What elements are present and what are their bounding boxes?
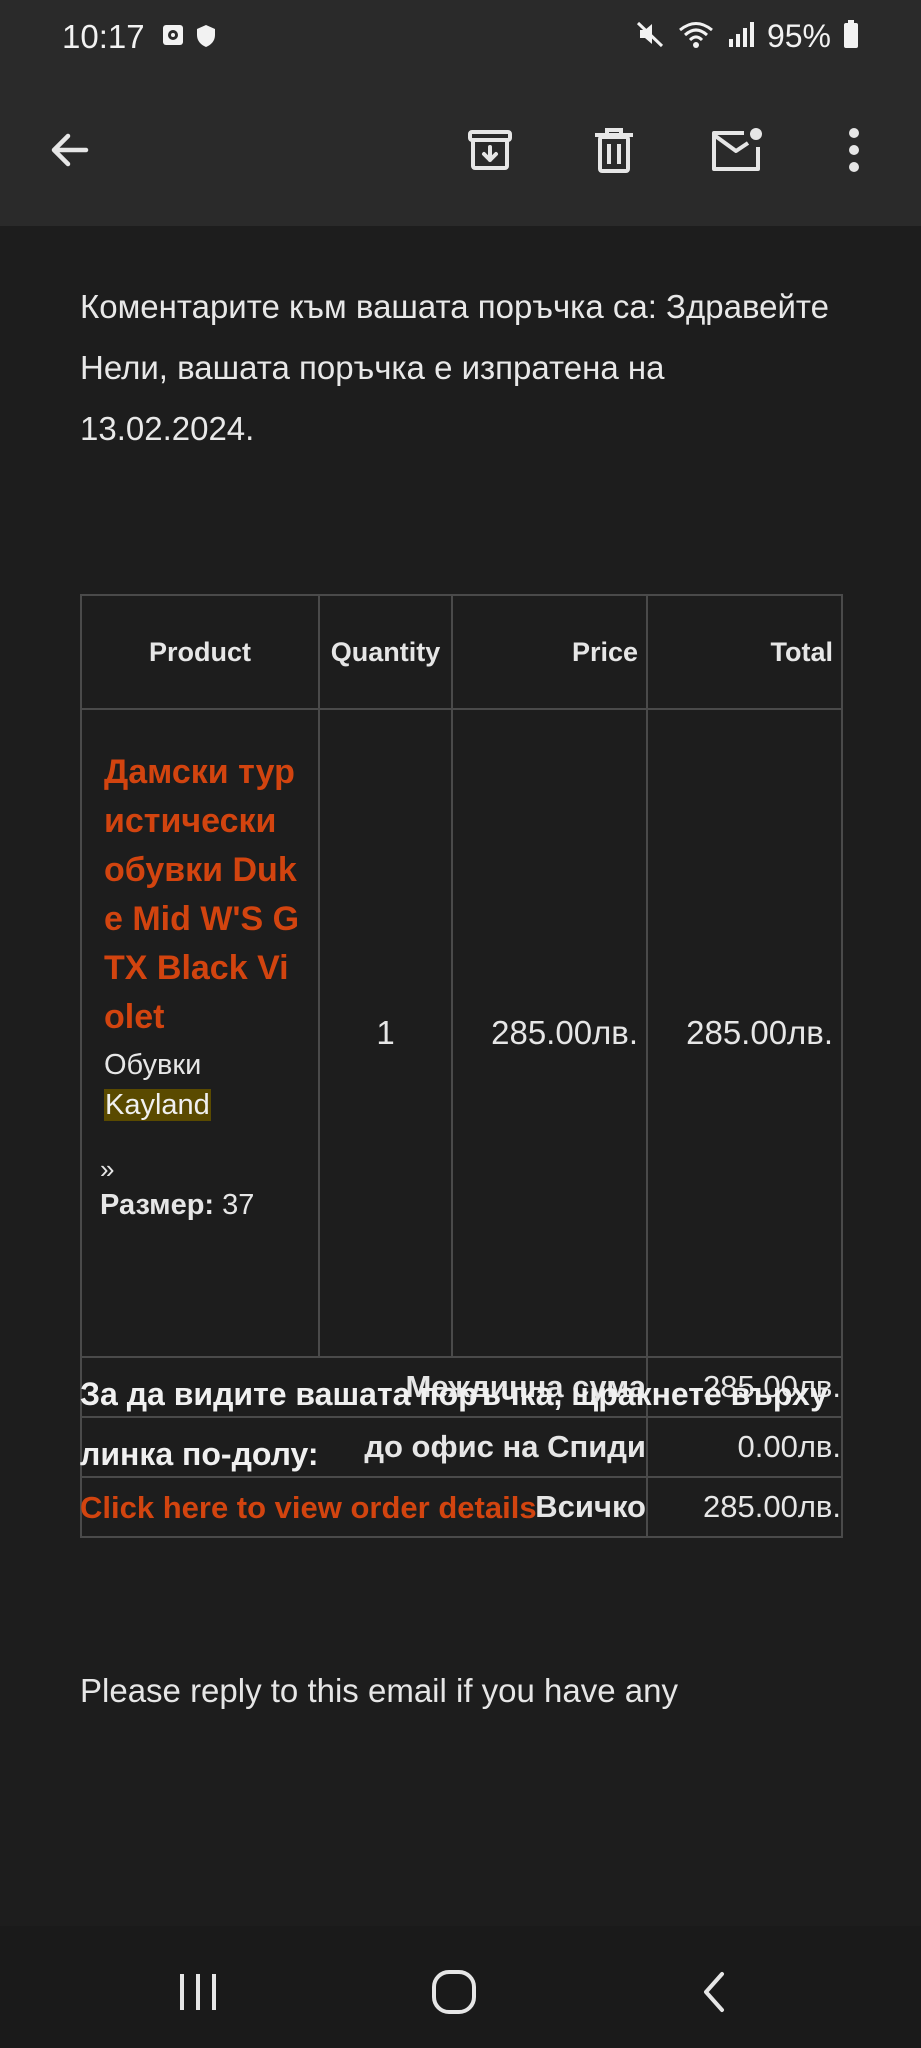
mark-unread-icon[interactable] (704, 118, 768, 182)
back-arrow-icon[interactable] (38, 118, 102, 182)
header-price: Price (451, 594, 648, 710)
product-name-link[interactable]: Дамски туристически обувки Duke Mid W'S … (104, 748, 302, 1042)
system-nav-bar (0, 1926, 921, 2048)
status-right-icons: 95% (635, 18, 859, 55)
signal-icon (727, 19, 755, 54)
more-options-icon[interactable] (822, 118, 886, 182)
media-notification-icon (162, 24, 184, 53)
home-icon[interactable] (424, 1962, 484, 2022)
wifi-icon (677, 19, 715, 54)
mute-icon (635, 19, 665, 54)
email-toolbar (0, 78, 921, 226)
variant-arrow: » (100, 1154, 115, 1184)
total-cell: 285.00лв. (646, 708, 843, 1358)
table-row: Дамски туристически обувки Duke Mid W'S … (80, 708, 843, 1358)
status-bar: 10:17 95% (0, 0, 921, 78)
back-icon[interactable] (684, 1962, 744, 2022)
delete-icon[interactable] (582, 118, 646, 182)
grand-total-value: 285.00лв. (646, 1476, 843, 1538)
battery-icon (843, 19, 859, 54)
product-size: Размер: 37 (100, 1189, 302, 1222)
product-category: Обувки (104, 1049, 202, 1081)
email-body: Коментарите към вашата поръчка са: Здрав… (0, 226, 921, 1926)
view-order-link[interactable]: Click here to view order details (80, 1490, 537, 1526)
archive-icon[interactable] (458, 118, 522, 182)
quantity-cell: 1 (318, 708, 453, 1358)
product-brand: Kayland (104, 1089, 211, 1121)
size-value: 37 (222, 1189, 255, 1221)
order-comment: Коментарите към вашата поръчка са: Здрав… (80, 288, 829, 447)
header-total: Total (646, 594, 843, 710)
size-label: Размер: (100, 1189, 215, 1221)
clock: 10:17 (62, 18, 145, 55)
recent-apps-icon[interactable] (168, 1962, 228, 2022)
header-quantity: Quantity (318, 594, 453, 710)
status-left-icons (162, 24, 216, 53)
price-cell: 285.00лв. (451, 708, 648, 1358)
view-order-instruction: За да видите вашата поръчка, щракнете въ… (80, 1376, 828, 1472)
product-cell: Дамски туристически обувки Duke Mid W'S … (80, 708, 320, 1358)
table-header-row: Product Quantity Price Total (80, 594, 843, 710)
header-product: Product (80, 594, 320, 710)
reply-note: Please reply to this email if you have a… (80, 1672, 678, 1709)
battery-percent: 95% (766, 18, 831, 54)
shield-icon (196, 24, 216, 53)
